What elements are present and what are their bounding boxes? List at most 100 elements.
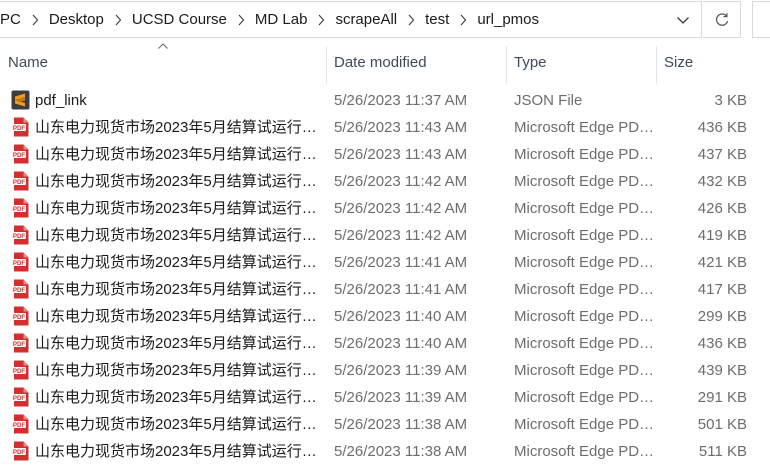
pdf-file-icon: PDF <box>11 441 30 461</box>
file-date-modified: 5/26/2023 11:40 AM <box>334 308 468 325</box>
address-toolbar: PC Desktop UCSD Course MD Lab scrapeAll test u… <box>0 0 770 40</box>
file-type: Microsoft Edge PD… <box>514 416 654 433</box>
breadcrumb-item[interactable]: UCSD Course <box>125 11 234 28</box>
svg-text:PDF: PDF <box>13 287 26 294</box>
address-bar[interactable]: PC Desktop UCSD Course MD Lab scrapeAll test u… <box>0 1 702 38</box>
file-date-modified: 5/26/2023 11:42 AM <box>334 227 468 244</box>
sublime-json-file-icon <box>11 90 30 110</box>
file-size: 436 KB <box>697 335 747 352</box>
chevron-right-icon[interactable] <box>28 13 42 27</box>
file-name: 山东电力现货市场2023年5月结算试运行… <box>35 443 317 460</box>
file-row[interactable]: PDF 山东电力现货市场2023年5月结算试运行… 5/26/2023 11:41 … <box>0 276 770 303</box>
breadcrumb-item[interactable]: scrapeAll <box>328 11 404 28</box>
file-type: JSON File <box>514 92 583 109</box>
file-size: 511 KB <box>698 443 747 460</box>
file-type: Microsoft Edge PD… <box>514 281 654 298</box>
file-date-modified: 5/26/2023 11:39 AM <box>334 362 468 379</box>
file-size: 501 KB <box>697 416 747 433</box>
file-row[interactable]: PDF 山东电力现货市场2023年5月结算试运行… 5/26/2023 11:43 … <box>0 114 770 141</box>
file-name: pdf_link <box>35 92 87 109</box>
svg-text:PDF: PDF <box>13 341 26 348</box>
pdf-file-icon: PDF <box>11 333 30 353</box>
file-date-modified: 5/26/2023 11:39 AM <box>334 389 468 406</box>
file-date-modified: 5/26/2023 11:42 AM <box>334 173 468 190</box>
breadcrumb-item[interactable]: url_pmos <box>470 11 546 28</box>
file-name: 山东电力现货市场2023年5月结算试运行… <box>35 416 317 433</box>
breadcrumb-item[interactable]: MD Lab <box>248 11 315 28</box>
file-type: Microsoft Edge PD… <box>514 254 654 271</box>
breadcrumb-item[interactable]: test <box>418 11 456 28</box>
file-list: pdf_link 5/26/2023 11:37 AM JSON File 3 KB P… <box>0 87 770 465</box>
svg-text:PDF: PDF <box>13 206 26 213</box>
file-name: 山东电力现货市场2023年5月结算试运行… <box>35 362 317 379</box>
pdf-file-icon: PDF <box>11 171 30 191</box>
svg-text:PDF: PDF <box>13 368 26 375</box>
file-date-modified: 5/26/2023 11:38 AM <box>334 443 468 460</box>
chevron-right-icon[interactable] <box>111 13 125 27</box>
file-row[interactable]: PDF 山东电力现货市场2023年5月结算试运行… 5/26/2023 11:40 … <box>0 303 770 330</box>
file-row[interactable]: pdf_link 5/26/2023 11:37 AM JSON File 3 KB <box>0 87 770 114</box>
column-header-size-label: Size <box>664 53 694 71</box>
column-header-name[interactable]: Name <box>0 40 326 84</box>
chevron-down-icon[interactable] <box>675 12 691 28</box>
file-size: 426 KB <box>697 200 747 217</box>
chevron-right-icon[interactable] <box>456 13 470 27</box>
file-type: Microsoft Edge PD… <box>514 173 654 190</box>
file-date-modified: 5/26/2023 11:43 AM <box>334 146 468 163</box>
file-date-modified: 5/26/2023 11:41 AM <box>334 254 468 271</box>
file-type: Microsoft Edge PD… <box>514 227 654 244</box>
refresh-button[interactable] <box>703 1 741 38</box>
file-size: 299 KB <box>697 308 747 325</box>
file-row[interactable]: PDF 山东电力现货市场2023年5月结算试运行… 5/26/2023 11:43 … <box>0 141 770 168</box>
search-box[interactable] <box>752 1 770 38</box>
file-size: 421 KB <box>697 254 747 271</box>
file-row[interactable]: PDF 山东电力现货市场2023年5月结算试运行… 5/26/2023 11:42 … <box>0 195 770 222</box>
pdf-file-icon: PDF <box>11 279 30 299</box>
file-type: Microsoft Edge PD… <box>514 335 654 352</box>
file-name: 山东电力现货市场2023年5月结算试运行… <box>35 254 317 271</box>
file-type: Microsoft Edge PD… <box>514 200 654 217</box>
svg-text:PDF: PDF <box>13 233 26 240</box>
file-size: 3 KB <box>714 92 747 109</box>
file-name: 山东电力现货市场2023年5月结算试运行… <box>35 335 317 352</box>
file-type: Microsoft Edge PD… <box>514 362 654 379</box>
breadcrumb-item[interactable]: PC <box>0 11 28 28</box>
file-row[interactable]: PDF 山东电力现货市场2023年5月结算试运行… 5/26/2023 11:41 … <box>0 249 770 276</box>
file-row[interactable]: PDF 山东电力现货市场2023年5月结算试运行… 5/26/2023 11:42 … <box>0 168 770 195</box>
file-name: 山东电力现货市场2023年5月结算试运行… <box>35 389 317 406</box>
column-header-size[interactable]: Size <box>656 40 770 84</box>
refresh-icon <box>715 12 728 26</box>
file-size: 436 KB <box>697 119 747 136</box>
svg-text:PDF: PDF <box>13 314 26 321</box>
file-date-modified: 5/26/2023 11:41 AM <box>334 281 468 298</box>
file-name: 山东电力现货市场2023年5月结算试运行… <box>35 119 317 136</box>
column-header-date-label: Date modified <box>334 53 427 71</box>
breadcrumb-item[interactable]: Desktop <box>42 11 111 28</box>
file-name: 山东电力现货市场2023年5月结算试运行… <box>35 200 317 217</box>
file-row[interactable]: PDF 山东电力现货市场2023年5月结算试运行… 5/26/2023 11:40 … <box>0 330 770 357</box>
file-row[interactable]: PDF 山东电力现货市场2023年5月结算试运行… 5/26/2023 11:42 … <box>0 222 770 249</box>
file-type: Microsoft Edge PD… <box>514 146 654 163</box>
column-header-type-label: Type <box>514 53 547 71</box>
pdf-file-icon: PDF <box>11 306 30 326</box>
chevron-right-icon[interactable] <box>404 13 418 27</box>
file-date-modified: 5/26/2023 11:40 AM <box>334 335 468 352</box>
chevron-right-icon[interactable] <box>234 13 248 27</box>
file-type: Microsoft Edge PD… <box>514 308 654 325</box>
file-row[interactable]: PDF 山东电力现货市场2023年5月结算试运行… 5/26/2023 11:38 … <box>0 411 770 438</box>
file-size: 419 KB <box>697 227 747 244</box>
file-size: 437 KB <box>697 146 747 163</box>
svg-text:PDF: PDF <box>13 395 26 402</box>
file-row[interactable]: PDF 山东电力现货市场2023年5月结算试运行… 5/26/2023 11:39 … <box>0 384 770 411</box>
file-name: 山东电力现货市场2023年5月结算试运行… <box>35 227 317 244</box>
file-name: 山东电力现货市场2023年5月结算试运行… <box>35 281 317 298</box>
file-row[interactable]: PDF 山东电力现货市场2023年5月结算试运行… 5/26/2023 11:39 … <box>0 357 770 384</box>
column-header-type[interactable]: Type <box>506 40 656 84</box>
column-header-date-modified[interactable]: Date modified <box>326 40 506 84</box>
file-type: Microsoft Edge PD… <box>514 119 654 136</box>
svg-text:PDF: PDF <box>13 152 26 159</box>
chevron-right-icon[interactable] <box>314 13 328 27</box>
file-name: 山东电力现货市场2023年5月结算试运行… <box>35 308 317 325</box>
file-date-modified: 5/26/2023 11:42 AM <box>334 200 468 217</box>
file-row[interactable]: PDF 山东电力现货市场2023年5月结算试运行… 5/26/2023 11:38 … <box>0 438 770 465</box>
